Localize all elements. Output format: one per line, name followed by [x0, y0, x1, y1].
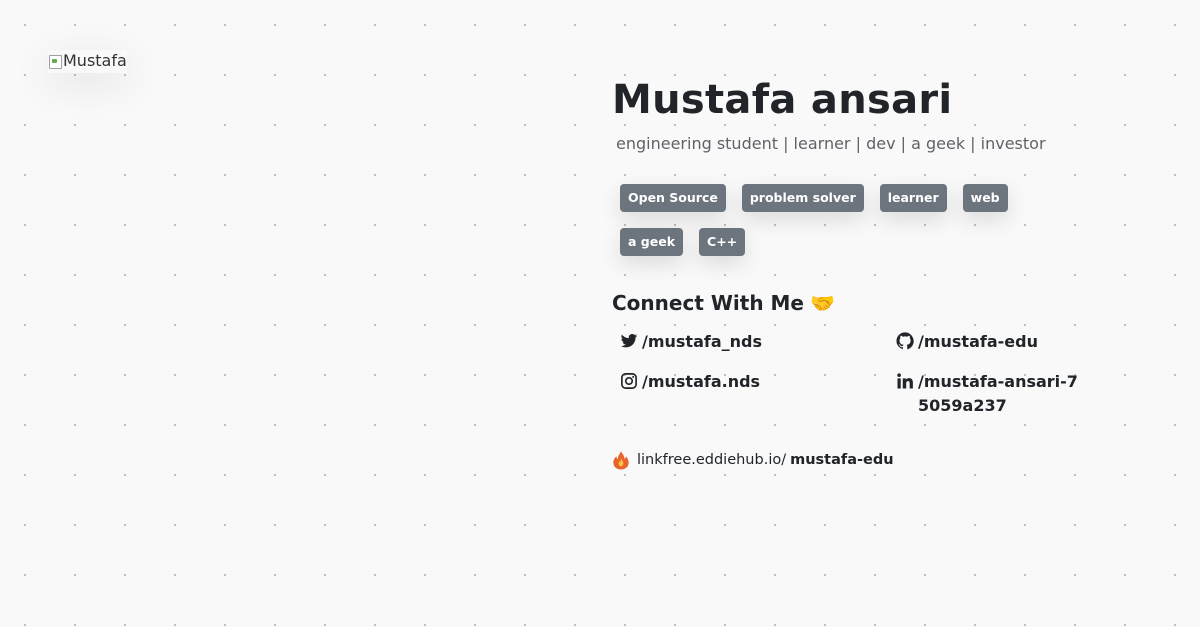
profile-name: Mustafa ansari: [612, 77, 953, 123]
linkedin-handle: /mustafa-ansari-75059a237: [918, 372, 1078, 415]
linkedin-link[interactable]: /mustafa-ansari-75059a237: [896, 370, 1086, 418]
linkfree-link[interactable]: linkfree.eddiehub.io/ mustafa-edu: [612, 450, 1172, 470]
github-handle: /mustafa-edu: [918, 332, 1038, 351]
tag-badge[interactable]: web: [962, 184, 1008, 212]
avatar: Mustafa: [48, 50, 127, 73]
twitter-handle: /mustafa_nds: [642, 332, 762, 351]
avatar-alt-text: Mustafa: [63, 51, 127, 70]
tag-badge[interactable]: Open Source: [620, 184, 726, 212]
linkedin-icon: [897, 373, 913, 389]
tag-badge[interactable]: problem solver: [741, 184, 864, 212]
instagram-icon: [621, 373, 637, 389]
instagram-handle: /mustafa.nds: [642, 372, 761, 391]
github-link[interactable]: /mustafa-edu: [896, 330, 1086, 354]
broken-image-icon: [48, 53, 62, 69]
linkfree-handle: mustafa-edu: [790, 452, 894, 468]
twitter-link[interactable]: /mustafa_nds: [620, 330, 896, 354]
tag-list: Open Source problem solver learner web a…: [620, 184, 1040, 272]
tag-badge[interactable]: learner: [879, 184, 947, 212]
twitter-icon: [620, 334, 638, 348]
tag-badge[interactable]: a geek: [620, 228, 684, 256]
avatar-broken-image: Mustafa: [48, 50, 127, 71]
tag-badge[interactable]: C++: [699, 228, 746, 256]
connect-heading: Connect With Me 🤝: [612, 288, 1172, 318]
linkfree-prefix: linkfree.eddiehub.io/: [637, 452, 787, 468]
github-icon: [896, 332, 914, 350]
connect-heading-label: Connect With Me: [612, 291, 804, 315]
instagram-link[interactable]: /mustafa.nds: [620, 370, 896, 418]
social-links: /mustafa_nds /mustafa-edu /mustafa.nds /…: [620, 330, 1172, 418]
handshake-icon: 🤝: [809, 291, 835, 315]
flame-icon: [613, 451, 629, 470]
profile-panel: Mustafa ansari engineering student | lea…: [612, 72, 1172, 470]
profile-bio: engineering student | learner | dev | a …: [616, 134, 1046, 153]
